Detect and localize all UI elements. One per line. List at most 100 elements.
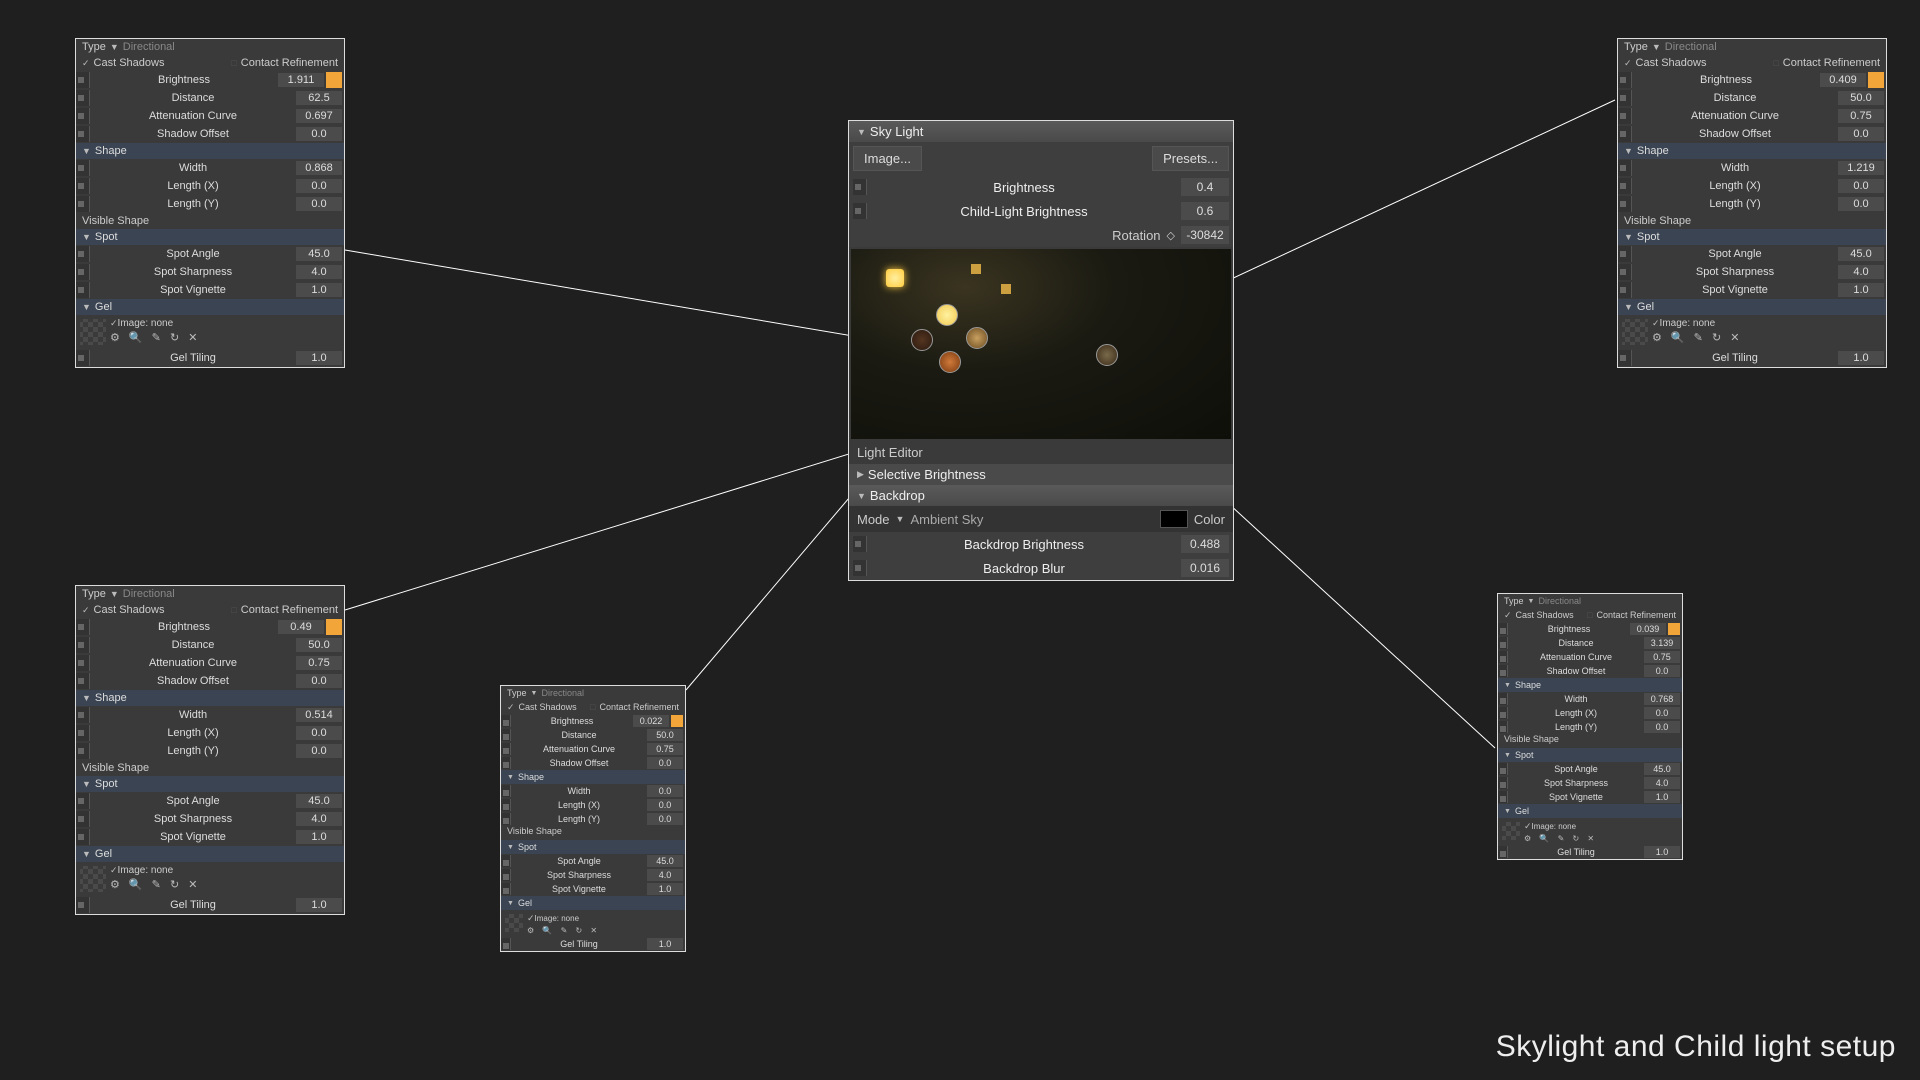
shape-header[interactable]: ▼Shape xyxy=(76,143,344,159)
value-width[interactable]: 0.868 xyxy=(296,161,342,175)
value-width[interactable]: 1.219 xyxy=(1838,161,1884,175)
child-brightness-slider[interactable] xyxy=(853,203,867,219)
value-brightness[interactable]: 0.4 xyxy=(1181,178,1229,196)
presets-button[interactable]: Presets... xyxy=(1152,146,1229,171)
value-length-y[interactable]: 0.0 xyxy=(1838,197,1884,211)
selective-brightness-header[interactable]: ▶ Selective Brightness xyxy=(849,464,1233,485)
value-gel-tiling[interactable]: 1.0 xyxy=(647,938,683,950)
child-light-dot-5[interactable] xyxy=(1096,344,1118,366)
contact-refinement-label[interactable]: Contact Refinement xyxy=(1596,610,1676,620)
color-swatch[interactable] xyxy=(326,72,342,88)
shadow-offset-slider[interactable] xyxy=(76,673,90,689)
value-backdrop-blur[interactable]: 0.016 xyxy=(1181,559,1229,577)
length-y-slider[interactable] xyxy=(501,813,511,825)
value-brightness[interactable]: 0.039 xyxy=(1630,623,1666,635)
spinner-icon[interactable]: ◇ xyxy=(1167,229,1175,242)
value-spot-sharpness[interactable]: 4.0 xyxy=(296,265,342,279)
value-spot-angle[interactable]: 45.0 xyxy=(647,855,683,867)
gel-tiling-slider[interactable] xyxy=(76,897,90,913)
attenuation-slider[interactable] xyxy=(501,743,511,755)
value-spot-angle[interactable]: 45.0 xyxy=(1644,763,1680,775)
distance-slider[interactable] xyxy=(1618,90,1632,106)
distance-slider[interactable] xyxy=(76,90,90,106)
cast-shadows-label[interactable]: Cast Shadows xyxy=(1516,610,1574,620)
cast-shadows-label[interactable]: Cast Shadows xyxy=(1636,57,1707,69)
brightness-slider[interactable] xyxy=(1618,72,1632,88)
value-attenuation[interactable]: 0.697 xyxy=(296,109,342,123)
checkbox-checked-icon[interactable]: ✓ xyxy=(82,58,90,69)
value-length-y[interactable]: 0.0 xyxy=(647,813,683,825)
length-x-slider[interactable] xyxy=(1498,707,1508,719)
width-slider[interactable] xyxy=(76,707,90,723)
contact-refinement-label[interactable]: Contact Refinement xyxy=(599,702,679,712)
length-y-slider[interactable] xyxy=(1618,196,1632,212)
spot-header[interactable]: ▼Spot xyxy=(1498,748,1682,762)
width-slider[interactable] xyxy=(1498,693,1508,705)
shadow-offset-slider[interactable] xyxy=(76,126,90,142)
type-row[interactable]: Type▼ Directional xyxy=(76,586,344,602)
spot-vignette-slider[interactable] xyxy=(1618,282,1632,298)
value-spot-angle[interactable]: 45.0 xyxy=(1838,247,1884,261)
brightness-slider[interactable] xyxy=(1498,623,1508,635)
value-distance[interactable]: 50.0 xyxy=(296,638,342,652)
spot-header[interactable]: ▼Spot xyxy=(76,229,344,245)
value-spot-angle[interactable]: 45.0 xyxy=(296,794,342,808)
contact-refinement-label[interactable]: Contact Refinement xyxy=(241,57,338,69)
brightness-slider[interactable] xyxy=(853,179,867,195)
width-slider[interactable] xyxy=(76,160,90,176)
brightness-slider[interactable] xyxy=(76,72,90,88)
gel-tiling-slider[interactable] xyxy=(1498,846,1508,858)
value-shadow-offset[interactable]: 0.0 xyxy=(647,757,683,769)
attenuation-slider[interactable] xyxy=(76,108,90,124)
child-light-dot-2[interactable] xyxy=(911,329,933,351)
checkbox-empty-icon[interactable]: □ xyxy=(231,605,236,615)
gel-header[interactable]: ▼Gel xyxy=(1498,804,1682,818)
cast-shadows-label[interactable]: Cast Shadows xyxy=(94,604,165,616)
color-swatch[interactable] xyxy=(326,619,342,635)
shadow-offset-slider[interactable] xyxy=(501,757,511,769)
checkbox-empty-icon[interactable]: □ xyxy=(590,702,595,712)
gel-image-thumb[interactable] xyxy=(80,319,106,345)
value-brightness[interactable]: 0.49 xyxy=(278,620,324,634)
gel-header[interactable]: ▼Gel xyxy=(76,846,344,862)
value-spot-angle[interactable]: 45.0 xyxy=(296,247,342,261)
spot-header[interactable]: ▼Spot xyxy=(76,776,344,792)
value-brightness[interactable]: 0.022 xyxy=(633,715,669,727)
hdri-preview[interactable] xyxy=(851,249,1231,439)
value-gel-tiling[interactable]: 1.0 xyxy=(296,898,342,912)
spot-angle-slider[interactable] xyxy=(76,246,90,262)
checkbox-empty-icon[interactable]: □ xyxy=(1587,610,1592,620)
value-length-x[interactable]: 0.0 xyxy=(1838,179,1884,193)
checkbox-checked-icon[interactable]: ✓ xyxy=(110,865,118,875)
gel-toolbar[interactable]: ⚙ 🔍 ✎ ↻ ✕ xyxy=(501,924,683,935)
value-spot-vignette[interactable]: 1.0 xyxy=(1838,283,1884,297)
visible-shape-row[interactable]: Visible Shape xyxy=(1618,213,1886,229)
shape-header[interactable]: ▼Shape xyxy=(76,690,344,706)
value-gel-tiling[interactable]: 1.0 xyxy=(1644,846,1680,858)
gel-toolbar[interactable]: ⚙ 🔍 ✎ ↻ ✕ xyxy=(1498,832,1680,843)
length-y-slider[interactable] xyxy=(1498,721,1508,733)
gel-toolbar[interactable]: ⚙ 🔍 ✎ ↻ ✕ xyxy=(76,876,342,891)
gel-header[interactable]: ▼Gel xyxy=(501,896,685,910)
spot-angle-slider[interactable] xyxy=(76,793,90,809)
value-brightness[interactable]: 1.911 xyxy=(278,73,324,87)
spot-sharpness-slider[interactable] xyxy=(76,811,90,827)
distance-slider[interactable] xyxy=(1498,637,1508,649)
checkbox-checked-icon[interactable]: ✓ xyxy=(507,702,515,713)
color-swatch[interactable] xyxy=(1668,623,1680,635)
value-backdrop-brightness[interactable]: 0.488 xyxy=(1181,535,1229,553)
contact-refinement-label[interactable]: Contact Refinement xyxy=(1783,57,1880,69)
value-shadow-offset[interactable]: 0.0 xyxy=(1644,665,1680,677)
value-length-x[interactable]: 0.0 xyxy=(296,179,342,193)
gel-tiling-slider[interactable] xyxy=(76,350,90,366)
type-row[interactable]: Type▼ Directional xyxy=(1498,594,1682,608)
type-row[interactable]: Type▼ Directional xyxy=(76,39,344,55)
shadow-offset-slider[interactable] xyxy=(1618,126,1632,142)
gel-tiling-slider[interactable] xyxy=(501,938,511,950)
value-length-x[interactable]: 0.0 xyxy=(647,799,683,811)
shape-header[interactable]: ▼Shape xyxy=(1618,143,1886,159)
length-x-slider[interactable] xyxy=(76,725,90,741)
cast-shadows-label[interactable]: Cast Shadows xyxy=(519,702,577,712)
gel-image-thumb[interactable] xyxy=(1622,319,1648,345)
checkbox-checked-icon[interactable]: ✓ xyxy=(1624,58,1632,69)
